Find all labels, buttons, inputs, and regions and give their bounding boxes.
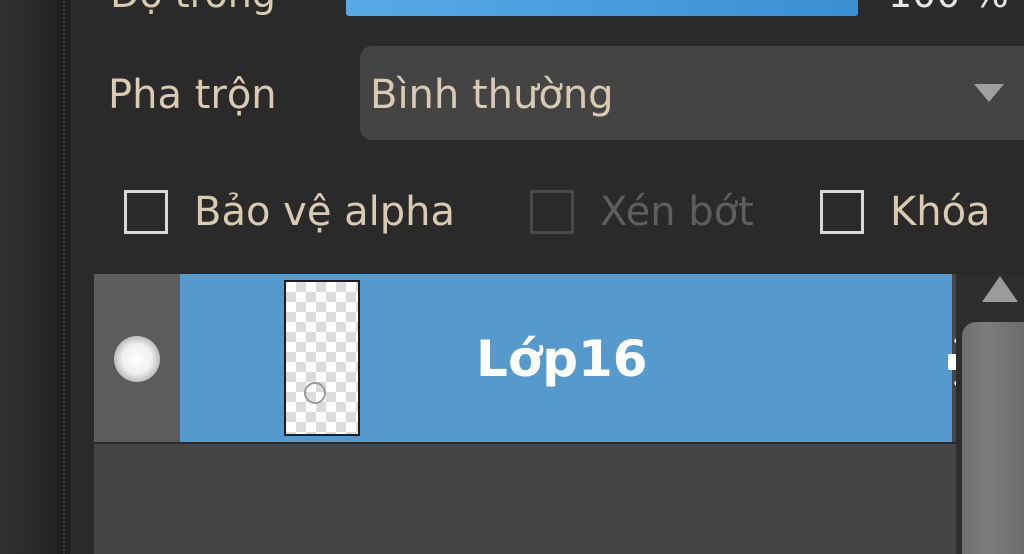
- left-canvas-edge: [0, 0, 58, 554]
- layer-row[interactable]: Lớp16: [94, 274, 1024, 444]
- layer-thumbnail: [284, 280, 360, 436]
- blend-mode-value: Bình thường: [370, 72, 614, 118]
- layer-row-selected[interactable]: Lớp16: [180, 274, 1024, 444]
- checkbox-label: Bảo vệ alpha: [194, 189, 456, 235]
- checkbox-label: Khóa: [890, 189, 991, 235]
- opacity-slider[interactable]: [346, 0, 858, 16]
- scrollbar-thumb[interactable]: [962, 322, 1024, 554]
- blend-mode-label: Pha trộn: [108, 72, 277, 118]
- checkbox-box[interactable]: [124, 190, 168, 234]
- splitter-grip[interactable]: [62, 0, 66, 554]
- visibility-toggle[interactable]: [94, 274, 180, 444]
- chevron-down-icon: [974, 84, 1004, 102]
- checkbox-label: Xén bớt: [600, 189, 754, 235]
- scroll-up-arrow-icon[interactable]: [982, 276, 1018, 302]
- blend-mode-dropdown[interactable]: Bình thường: [360, 46, 1024, 140]
- layer-list-empty-area: [94, 444, 956, 554]
- protect-alpha-checkbox[interactable]: Bảo vệ alpha: [124, 188, 455, 236]
- opacity-label: Độ trong: [110, 0, 276, 16]
- lock-checkbox[interactable]: Khóa: [820, 188, 991, 236]
- layer-list: Lớp16: [94, 274, 1024, 554]
- checkbox-box: [530, 190, 574, 234]
- layer-panel-root: Độ trong 100 % Pha trộn Bình thường Bảo …: [0, 0, 1024, 554]
- visibility-dot-icon: [114, 336, 160, 382]
- thumbnail-content: [304, 382, 326, 404]
- opacity-value: 100 %: [888, 0, 1009, 16]
- checkbox-box[interactable]: [820, 190, 864, 234]
- clip-checkbox: Xén bớt: [530, 188, 754, 236]
- layer-name: Lớp16: [476, 330, 648, 388]
